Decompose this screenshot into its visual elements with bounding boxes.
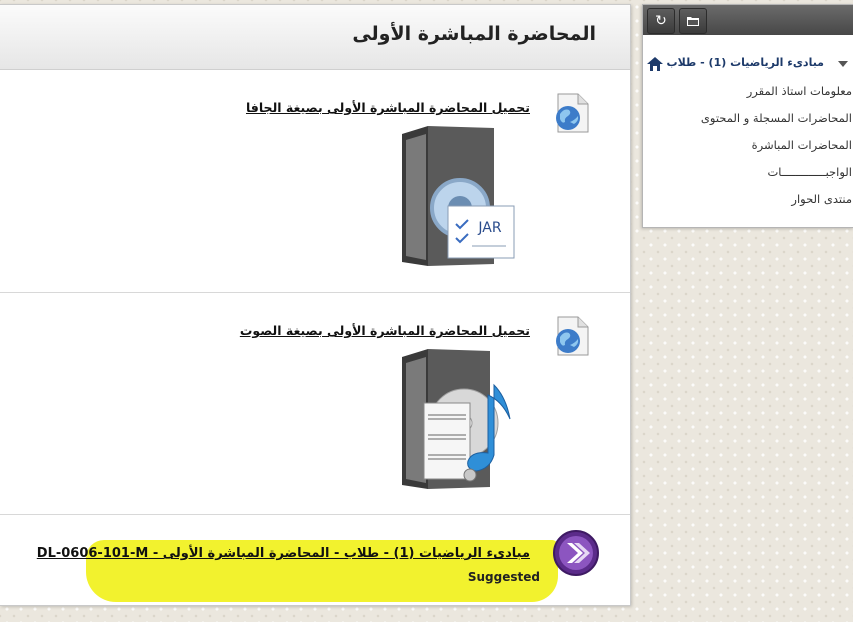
globe-file-icon xyxy=(556,316,589,356)
globe-file-icon xyxy=(556,93,589,133)
jar-folder-icon: JAR xyxy=(402,126,515,266)
course-name-row[interactable]: مبادىء الرياضيات (1) - طلاب xyxy=(643,55,853,73)
collapse-icon[interactable] xyxy=(838,61,848,67)
content-item-audio: تحميل المحاضرة المباشرة الأولى بصيغة الص… xyxy=(0,293,630,515)
suggested-badge: Suggested xyxy=(467,570,540,584)
folder-view-button[interactable] xyxy=(679,8,707,34)
audio-download-link[interactable]: تحميل المحاضرة المباشرة الأولى بصيغة الص… xyxy=(240,323,530,338)
purple-arrow-icon[interactable] xyxy=(552,529,600,577)
content-item-lecture: مبادىء الرياضيات (1) - طلاب - المحاضرة ا… xyxy=(0,515,630,605)
lecture-session-link[interactable]: مبادىء الرياضيات (1) - طلاب - المحاضرة ا… xyxy=(37,546,530,561)
home-icon[interactable] xyxy=(647,57,663,71)
menu-link-assignments[interactable]: الواجبـــــــــــــات xyxy=(767,165,852,179)
menu-link-discussion-forum[interactable]: منتدى الحوار xyxy=(791,192,852,206)
course-menu: ↻ مبادىء الرياضيات (1) - طلاب معلومات اس… xyxy=(642,4,853,228)
music-folder-icon xyxy=(402,349,511,489)
refresh-icon: ↻ xyxy=(655,13,667,29)
folder-icon xyxy=(687,17,699,26)
menu-toolbar: ↻ xyxy=(643,5,853,35)
page-title: المحاضرة المباشرة الأولى xyxy=(352,23,596,45)
java-download-link[interactable]: تحميل المحاضرة المباشرة الأولى بصيغة الج… xyxy=(246,100,530,115)
content-panel: المحاضرة المباشرة الأولى تحميل المحاضرة … xyxy=(0,4,631,606)
course-name[interactable]: مبادىء الرياضيات (1) - طلاب xyxy=(667,56,824,69)
jar-label: JAR xyxy=(477,220,501,236)
content-header: المحاضرة المباشرة الأولى xyxy=(0,5,630,70)
menu-link-instructor-info[interactable]: معلومات استاذ المقرر xyxy=(747,84,852,98)
menu-link-live-lectures[interactable]: المحاضرات المباشرة xyxy=(752,138,852,152)
refresh-button[interactable]: ↻ xyxy=(647,8,675,34)
content-item-java: تحميل المحاضرة المباشرة الأولى بصيغة الج… xyxy=(0,70,630,293)
menu-link-recorded-lectures[interactable]: المحاضرات المسجلة و المحتوى xyxy=(701,111,852,125)
